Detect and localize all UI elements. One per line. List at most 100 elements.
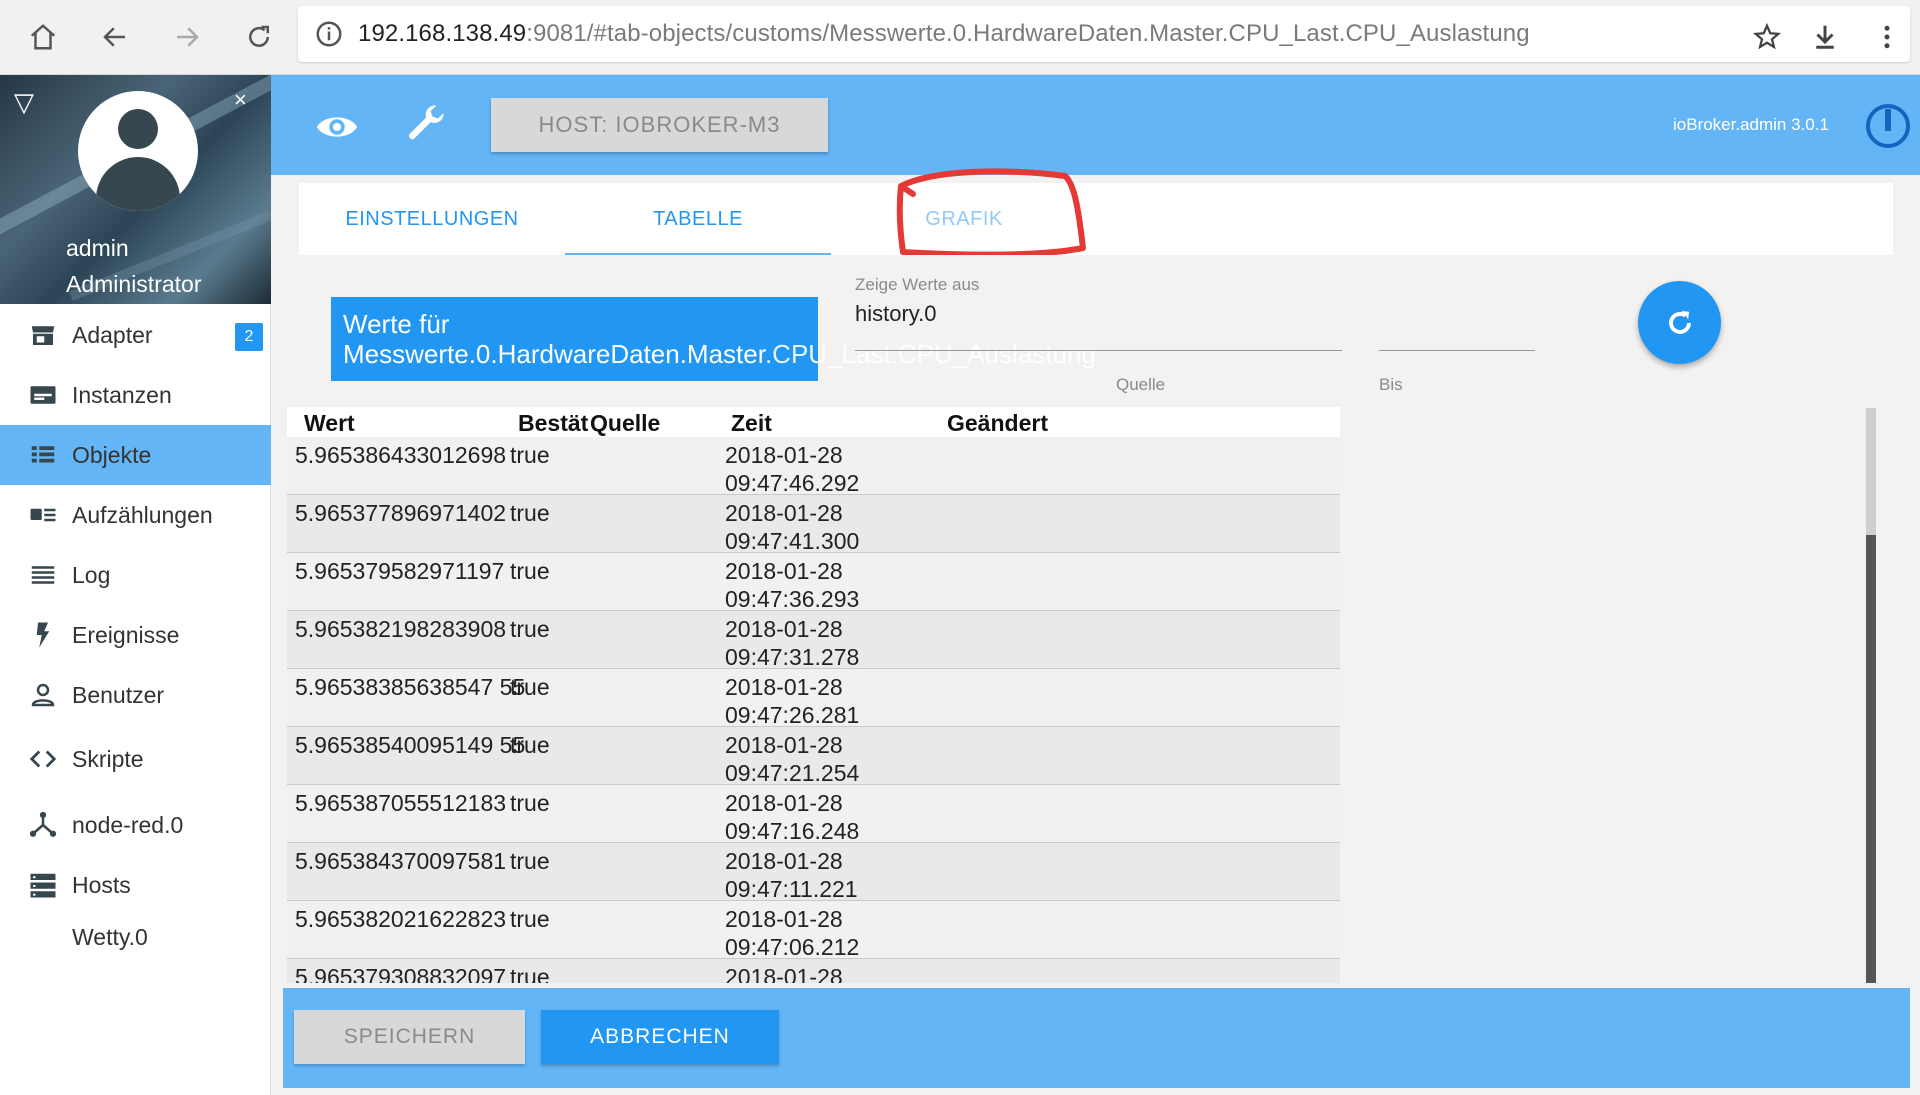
cell-ack: true [510,964,550,983]
host-selector-button[interactable]: HOST: IOBROKER-M3 [491,98,828,152]
bis-input[interactable] [1379,350,1535,351]
table-row[interactable]: 5.965377896971402 true 2018-01-28 09:47:4… [287,495,1340,554]
sidebar-item-label: Skripte [72,745,144,772]
bookmark-star-icon[interactable] [1742,12,1792,62]
table-row[interactable]: 5.965382021622823 true 2018-01-28 09:47:0… [287,901,1340,960]
panel-title-object-id: Messwerte.0.HardwareDaten.Master [343,339,765,369]
cell-ack: true [510,616,550,642]
sidebar-item-benutzer[interactable]: Benutzer [0,665,271,725]
table-row[interactable]: 5.965387055512183 true 2018-01-28 09:47:1… [287,785,1340,844]
sidebar-item-ereignisse[interactable]: Ereignisse [0,605,271,665]
cell-zeit: 2018-01-28 09:47:36.293 [725,558,860,612]
table-row[interactable]: 5.965382198283908 true 2018-01-28 09:47:3… [287,611,1340,670]
sidebar-item-objekte[interactable]: Objekte [0,425,271,485]
sidebar-item-wetty[interactable]: Wetty.0 [0,907,271,967]
cell-zeit: 2018-01-28 09:47:21.254 [725,732,860,786]
sidebar-item-adapter[interactable]: Adapter [0,305,271,365]
log-icon [28,560,58,590]
hosts-icon [28,870,58,900]
cell-wert: 5.96538385638547 55 [295,674,526,700]
scrollbar-thumb[interactable] [1866,535,1876,983]
kebab-menu-icon[interactable] [1862,12,1912,62]
cell-zeit: 2018-01-28 09:47:11.221 [725,848,858,902]
column-header-zeit[interactable]: Zeit [731,410,772,437]
column-header-wert[interactable]: Wert [304,410,355,437]
sidebar-item-label: Ereignisse [72,621,180,648]
sidebar-item-label: Hosts [72,871,131,898]
sidebar-item-instanzen[interactable]: Instanzen [0,365,271,425]
refresh-button[interactable] [1638,281,1721,364]
panel-title-line1: Werte für [343,309,450,339]
user-role: Administrator [66,271,202,297]
sidebar-item-label: node-red.0 [72,811,184,838]
cell-ack: true [510,674,550,700]
panel-title-object-id-overflow: .CPU_Last.CPU_Auslastung [764,339,1096,369]
source-select-label: Zeige Werte aus [855,275,980,294]
tab-grafik[interactable]: GRAFIK [831,183,1097,255]
sidebar-item-aufzaehlungen[interactable]: Aufzählungen [0,485,271,545]
cell-ack: true [510,906,550,932]
wrench-icon[interactable] [405,102,449,146]
tab-bar: EINSTELLUNGEN TABELLE GRAFIK [299,183,1893,256]
info-icon[interactable] [314,19,344,49]
table-row[interactable]: 5.96538385638547 55 true 2018-01-28 09:47… [287,669,1340,728]
sidebar-item-hosts[interactable]: Hosts [0,855,271,915]
history-table: Wert Bestät Quelle Zeit Geändert 5.96538… [287,407,1340,983]
cell-zeit: 2018-01-28 09:47:16.248 [725,790,860,844]
reload-icon[interactable] [234,12,284,62]
cancel-button[interactable]: ABBRECHEN [541,1010,779,1064]
adapter-count-badge: 2 [235,323,263,351]
table-row[interactable]: 5.965386433012698 true 2018-01-28 09:47:4… [287,437,1340,496]
user-name: admin [66,235,129,261]
home-icon[interactable] [18,12,68,62]
cell-wert: 5.965382198283908 [295,616,507,642]
back-icon[interactable] [90,12,140,62]
eye-icon[interactable] [315,105,359,149]
sidebar-item-label: Objekte [72,441,152,468]
source-select-underline [855,350,1342,351]
code-icon [28,744,58,774]
sidebar: ▽ × admin Administrator Adapter 2 Instan… [0,75,271,1095]
source-select[interactable]: history.0 [855,301,937,327]
panel-title: Werte für Messwerte.0.HardwareDaten.Mast… [331,297,1096,381]
column-header-bestaet[interactable]: Bestät [518,410,588,437]
triangle-toggle-icon[interactable]: ▽ [14,89,34,115]
address-bar[interactable]: 192.168.138.49:9081/#tab-objects/customs… [298,6,1910,62]
sidebar-item-label: Log [72,561,111,588]
forward-icon[interactable] [162,12,212,62]
sidebar-item-log[interactable]: Log [0,545,271,605]
instances-icon [28,380,58,410]
cell-wert: 5.965382021622823 [295,906,507,932]
cell-ack: true [510,558,550,584]
cell-wert: 5.965384370097581 [295,848,507,874]
url-path: :9081/#tab-objects/customs/Messwerte.0.H… [526,20,1530,47]
list-icon [28,440,58,470]
sidebar-item-label: Benutzer [72,681,165,708]
tab-tabelle[interactable]: TABELLE [565,183,831,255]
cell-ack: true [510,732,550,758]
refresh-icon [1668,310,1691,334]
url-host: 192.168.138.49 [358,20,527,47]
sidebar-item-node-red[interactable]: node-red.0 [0,795,271,855]
user-profile-panel: ▽ × admin Administrator [0,75,271,304]
history-panel: Werte für Messwerte.0.HardwareDaten.Mast… [283,255,1895,983]
cell-wert: 5.965379308832097 [295,964,507,983]
tab-einstellungen[interactable]: EINSTELLUNGEN [299,183,565,255]
cell-ack: true [510,790,550,816]
table-row[interactable]: 5.965379582971197 true 2018-01-28 09:47:3… [287,553,1340,612]
bis-caption: Bis [1379,375,1403,394]
close-icon[interactable]: × [234,89,247,111]
cell-ack: true [510,442,550,468]
table-row[interactable]: 5.965379308832097 true 2018-01-28 [287,959,1340,983]
column-header-geaendert[interactable]: Geändert [947,410,1048,437]
download-icon[interactable] [1800,12,1850,62]
table-row[interactable]: 5.96538540095149 55 true 2018-01-28 09:47… [287,727,1340,786]
table-row[interactable]: 5.965384370097581 true 2018-01-28 09:47:1… [287,843,1340,902]
node-red-icon [28,810,58,840]
cell-zeit: 2018-01-28 [725,964,843,983]
save-button[interactable]: SPEICHERN [294,1010,525,1064]
sidebar-item-skripte[interactable]: Skripte [0,729,271,789]
column-header-quelle[interactable]: Quelle [590,410,660,437]
avatar [78,91,198,211]
cell-zeit: 2018-01-28 09:47:46.292 [725,442,860,496]
